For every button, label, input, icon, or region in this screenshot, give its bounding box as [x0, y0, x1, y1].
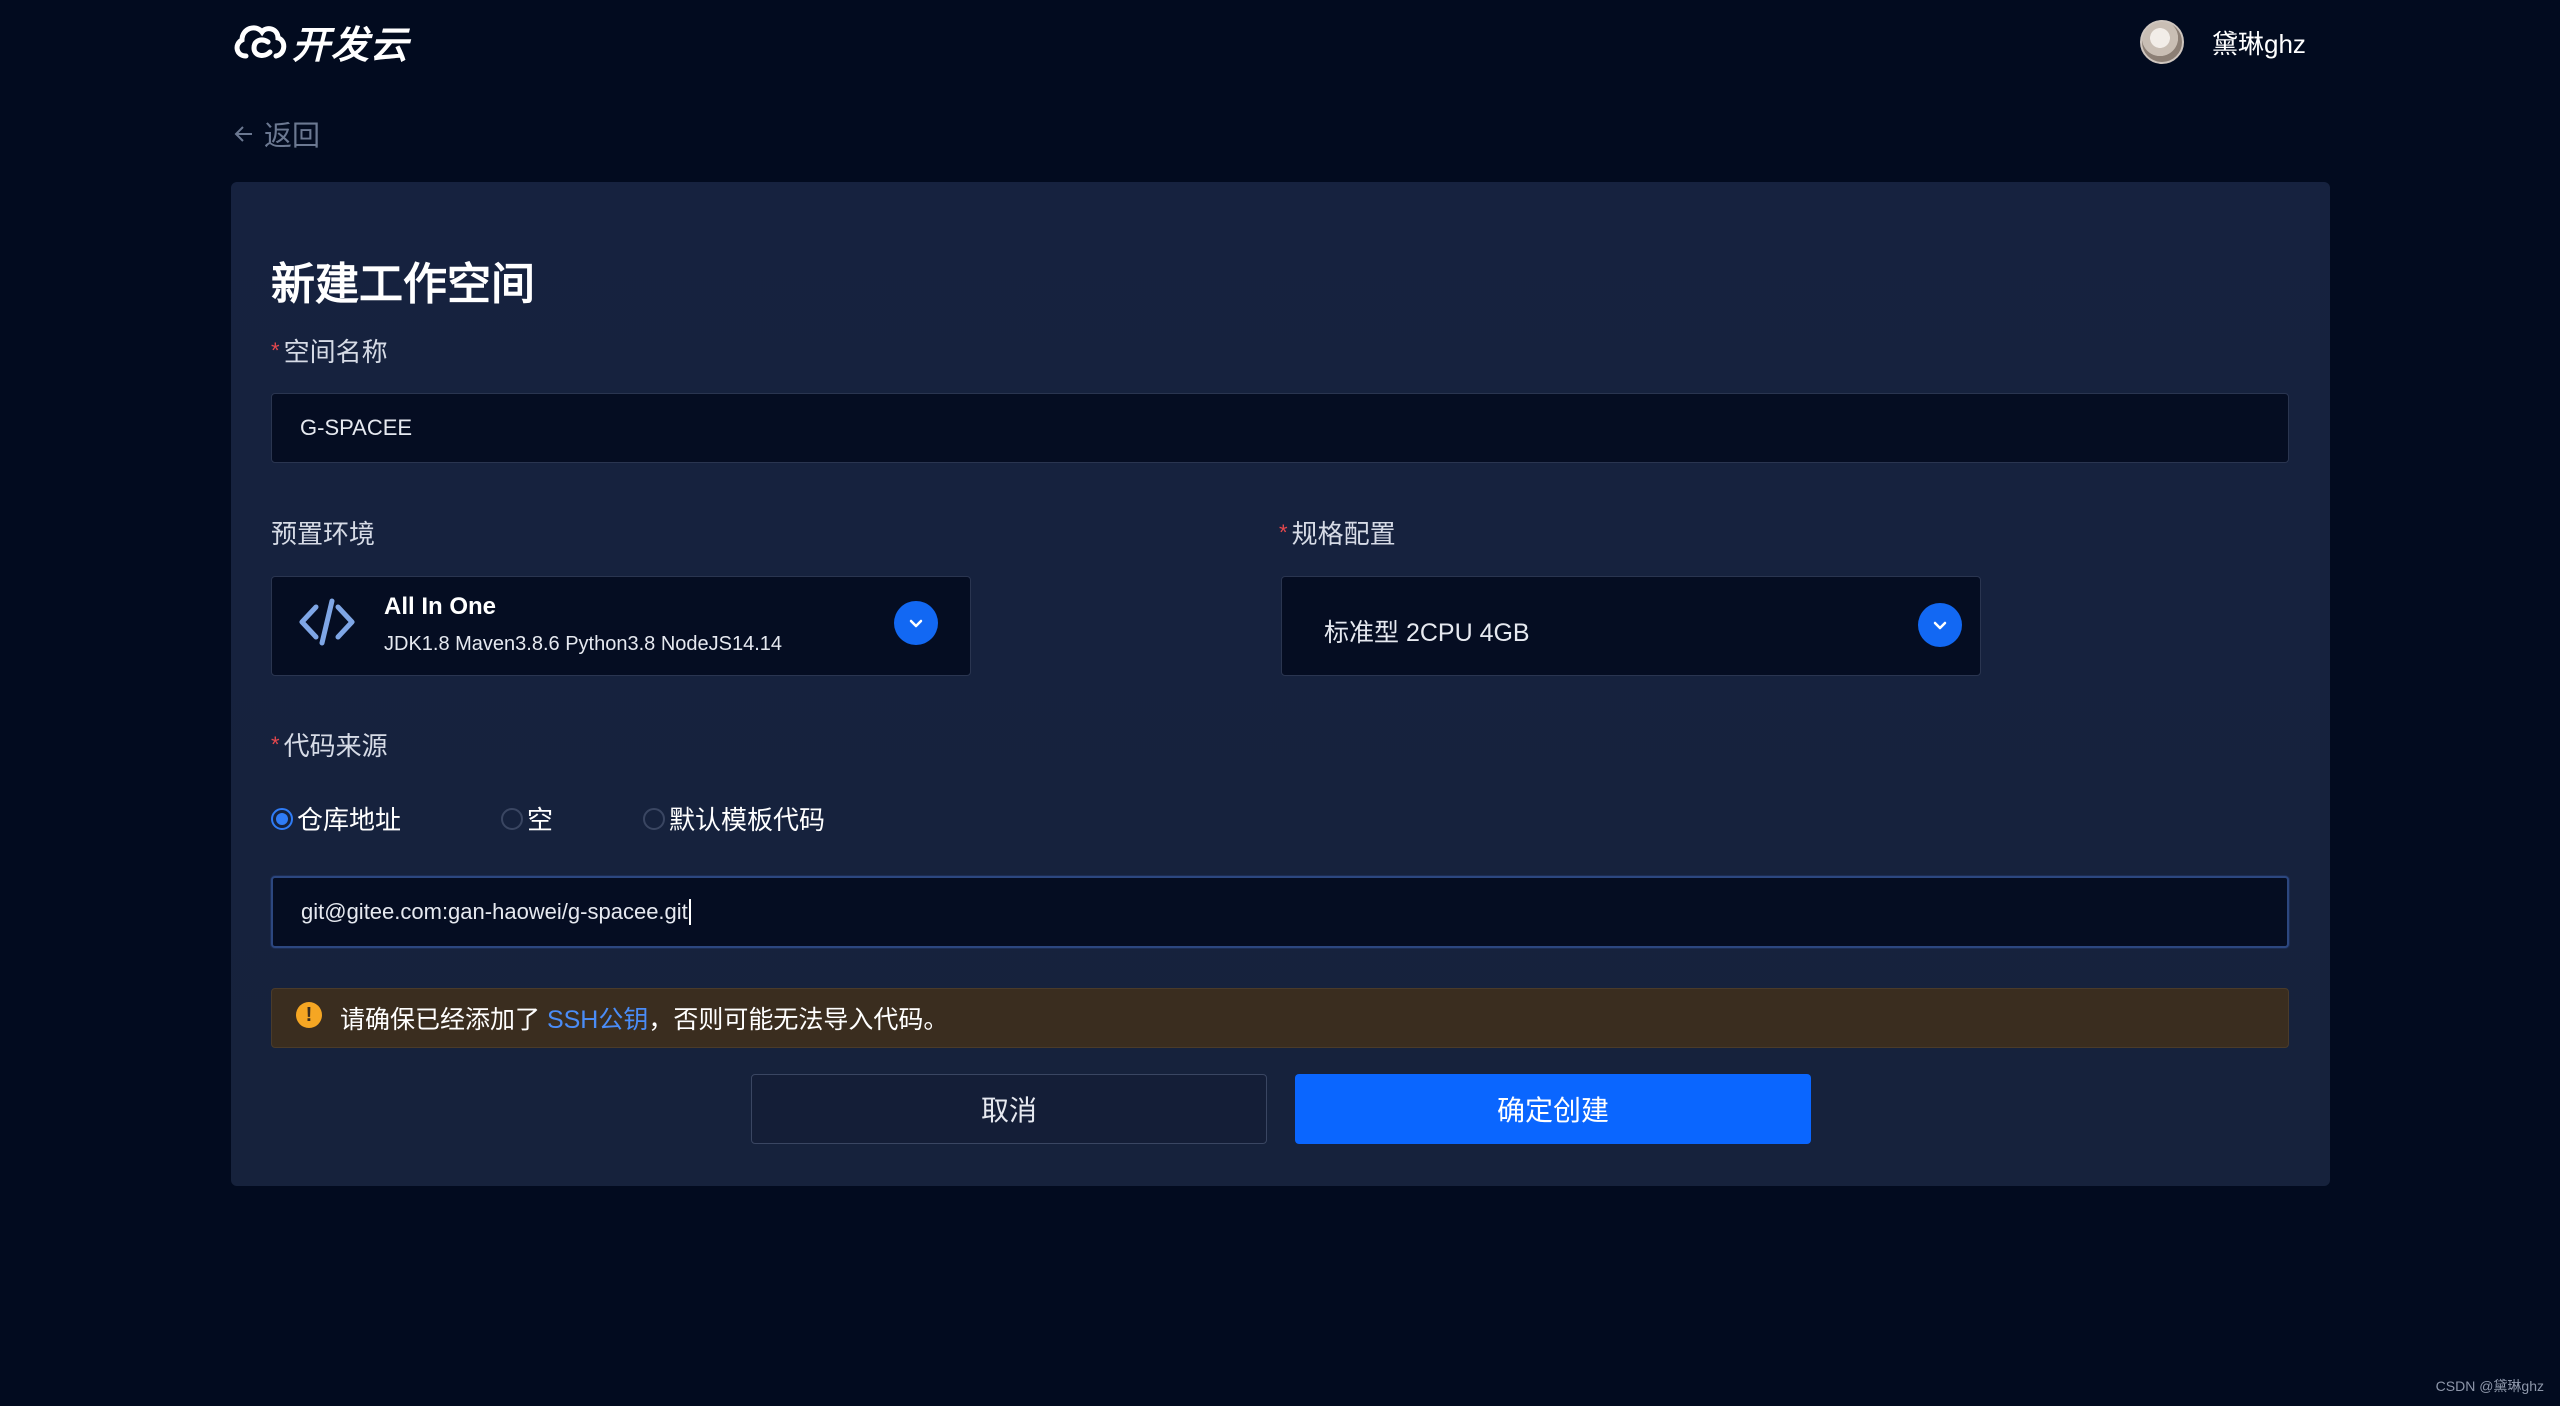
ssh-key-notice: ! 请确保已经添加了 SSH公钥 ，否则可能无法导入代码。 — [271, 988, 2289, 1048]
page-title: 新建工作空间 — [271, 260, 535, 309]
arrow-left-icon — [234, 126, 252, 142]
chevron-down-icon — [909, 619, 923, 628]
spec-label-text: 规格配置 — [1291, 519, 1396, 549]
radio-unchecked[interactable] — [643, 807, 666, 830]
ssh-key-link[interactable]: SSH公钥 — [547, 1000, 648, 1036]
chevron-down-icon — [1933, 621, 1947, 630]
back-label: 返回 — [264, 120, 321, 151]
env-label-text: 预置环境 — [271, 519, 376, 549]
cancel-button[interactable]: 取消 — [751, 1074, 1267, 1144]
radio-checked[interactable] — [271, 807, 293, 830]
env-description: JDK1.8 Maven3.8.6 Python3.8 NodeJS14.14 — [384, 633, 783, 655]
space-name-label-text: 空间名称 — [283, 337, 388, 367]
env-label: 预置环境 — [271, 514, 375, 551]
radio-label: 空 — [527, 805, 554, 835]
user-menu[interactable]: 黛琳ghz — [2140, 20, 2306, 64]
notice-prefix: 请确保已经添加了 — [340, 1006, 547, 1034]
spec-dropdown-button[interactable] — [1918, 603, 1962, 647]
required-mark: * — [271, 731, 280, 757]
text-caret — [688, 899, 691, 925]
confirm-create-button[interactable]: 确定创建 — [1295, 1074, 1811, 1144]
username[interactable]: 黛琳ghz — [2212, 24, 2306, 61]
logo[interactable]: 开发云 — [232, 18, 409, 67]
required-mark: * — [271, 337, 280, 363]
env-select[interactable]: All In One JDK1.8 Maven3.8.6 Python3.8 N… — [271, 576, 971, 676]
radio-default-template[interactable]: 默认模板代码 — [643, 800, 825, 837]
space-name-label: * 空间名称 — [271, 332, 388, 369]
radio-label: 仓库地址 — [297, 805, 402, 835]
radio-label: 默认模板代码 — [669, 805, 826, 835]
notice-suffix: ，否则可能无法导入代码。 — [648, 1006, 949, 1034]
warning-icon: ! — [296, 1002, 322, 1028]
env-name: All In One — [384, 593, 497, 620]
space-name-value: G-SPACEE — [300, 415, 413, 440]
watermark: CSDN @黛琳ghz — [2435, 1378, 2544, 1394]
code-source-radio-group: 仓库地址 空 默认模板代码 — [271, 800, 825, 837]
avatar[interactable] — [2140, 20, 2184, 64]
code-brackets-icon — [299, 598, 355, 646]
radio-unchecked[interactable] — [501, 807, 524, 830]
required-mark: * — [1279, 519, 1288, 545]
code-source-label: * 代码来源 — [271, 726, 388, 763]
repo-url-value: git@gitee.com:gan-haowei/g-spacee.git — [301, 899, 688, 924]
spec-select[interactable]: 标准型 2CPU 4GB — [1281, 576, 1981, 676]
radio-repo-url[interactable]: 仓库地址 — [271, 800, 401, 837]
radio-empty[interactable]: 空 — [501, 800, 553, 837]
repo-url-input[interactable]: git@gitee.com:gan-haowei/g-spacee.git — [271, 876, 2289, 948]
cloud-logo-icon — [234, 25, 287, 59]
create-workspace-card: 新建工作空间 * 空间名称 G-SPACEE 预置环境 All In One J… — [231, 182, 2330, 1186]
env-dropdown-button[interactable] — [894, 601, 938, 645]
back-link[interactable]: 返回 — [232, 114, 320, 154]
logo-text: 开发云 — [292, 24, 410, 67]
spec-value: 标准型 2CPU 4GB — [1324, 619, 1530, 647]
code-source-label-text: 代码来源 — [283, 731, 388, 761]
spec-label: * 规格配置 — [1279, 514, 1396, 551]
page: 开发云 黛琳ghz 返回 新建工作空间 * 空间名称 G-SPACEE 预置环境 — [0, 0, 2560, 1406]
space-name-input[interactable]: G-SPACEE — [271, 393, 2289, 463]
